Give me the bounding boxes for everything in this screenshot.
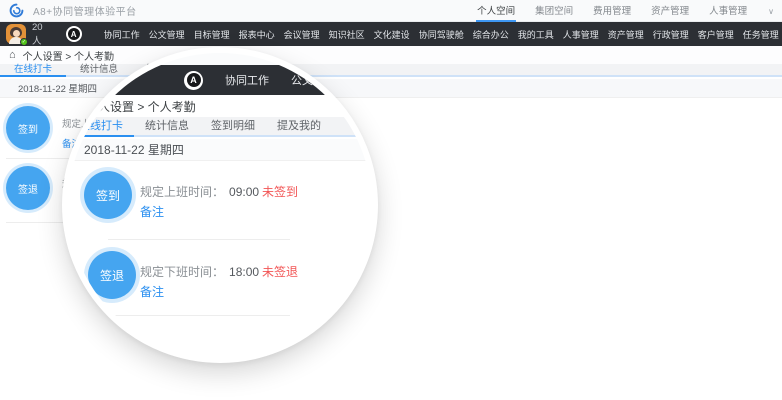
nav-item-my-tools[interactable]: 我的工具 — [518, 28, 554, 41]
mag-tab-checkin-detail: 签到明细 — [200, 117, 266, 137]
checkout-badge-label: 签退 — [18, 181, 38, 196]
user-avatar[interactable]: ✓ — [6, 24, 26, 44]
mag-a8-brand-letter: A — [187, 73, 201, 87]
mag-breadcrumb: 个人设置 > 个人考勤 — [68, 95, 372, 117]
mag-checkout-rule: 规定下班时间： 18:00 — [140, 263, 259, 280]
mag-tab-online-punch: 在线打卡 — [68, 117, 134, 137]
mag-breadcrumb-path: 个人设置 > 个人考勤 — [86, 98, 196, 115]
mag-tab-bar: 在线打卡 统计信息 签到明细 提及我的 — [68, 117, 372, 137]
home-icon[interactable]: ⌂ — [9, 50, 16, 60]
nav-item-culture[interactable]: 文化建设 — [374, 28, 410, 41]
mag-nav-item-collaboration: 协同工作 — [225, 72, 269, 88]
mag-tab-statistics: 统计信息 — [134, 117, 200, 137]
mag-date-header: 2018-11-22 星期四 — [68, 139, 372, 161]
online-status-icon: ✓ — [20, 38, 28, 46]
mag-top-bar — [68, 53, 372, 65]
a8-brand-letter: A — [68, 28, 80, 40]
top-menu-expense[interactable]: 费用管理 — [592, 0, 632, 22]
mag-checkout-status: 未签退 — [262, 263, 298, 280]
nav-item-reports[interactable]: 报表中心 — [239, 28, 275, 41]
top-menu-asset[interactable]: 资产管理 — [650, 0, 690, 22]
mag-checkin-status: 未签到 — [262, 183, 298, 200]
mag-checkout-badge: 签退 — [88, 251, 136, 299]
nav-item-meetings[interactable]: 会议管理 — [284, 28, 320, 41]
nav-item-asset[interactable]: 资产管理 — [608, 28, 644, 41]
top-menu-personal-space[interactable]: 个人空间 — [476, 0, 516, 22]
a8-brand-icon[interactable]: A — [66, 26, 82, 42]
nav-item-customer[interactable]: 客户管理 — [698, 28, 734, 41]
magnifier-overlay: A 协同工作 公文管理 个人设置 > 个人考勤 在线打卡 统计信息 签到明细 提… — [62, 47, 378, 363]
mag-checkin-badge: 签到 — [84, 171, 132, 219]
top-menu-group-space[interactable]: 集团空间 — [534, 0, 574, 22]
mag-checkin-rule-time: 09:00 — [229, 185, 259, 199]
nav-item-goals[interactable]: 目标管理 — [194, 28, 230, 41]
user-count-label[interactable]: 20人 — [32, 22, 43, 46]
top-bar: A8+协同管理体验平台 个人空间 集团空间 费用管理 资产管理 人事管理 ∨ — [0, 0, 782, 22]
mag-checkout-rule-time: 18:00 — [229, 265, 259, 279]
mag-checkin-rule: 规定上班时间： 09:00 — [140, 183, 259, 200]
chevron-down-icon[interactable]: ∨ — [766, 0, 776, 22]
mag-date-label: 2018-11-22 星期四 — [84, 141, 184, 158]
nav-menu: 协同工作 公文管理 目标管理 报表中心 会议管理 知识社区 文化建设 协同驾驶舱… — [104, 28, 782, 41]
mag-checkout-badge-label: 签退 — [100, 267, 124, 284]
checkin-badge-label: 签到 — [18, 121, 38, 136]
mag-row-divider — [108, 239, 290, 240]
checkout-badge[interactable]: 签退 — [6, 166, 50, 210]
app-window: A8+协同管理体验平台 个人空间 集团空间 费用管理 资产管理 人事管理 ∨ ✓… — [0, 0, 782, 400]
app-title: A8+协同管理体验平台 — [33, 3, 137, 18]
mag-a8-brand-icon: A — [184, 71, 203, 90]
nav-item-tasks[interactable]: 任务管理 — [743, 28, 779, 41]
mag-row-divider — [108, 315, 290, 316]
mag-tab-mentions: 提及我的 — [266, 117, 332, 137]
avatar-face — [13, 30, 20, 37]
nav-item-knowledge[interactable]: 知识社区 — [329, 28, 365, 41]
nav-item-office[interactable]: 综合办公 — [473, 28, 509, 41]
top-menu: 个人空间 集团空间 费用管理 资产管理 人事管理 ∨ — [476, 0, 776, 22]
mag-checkin-badge-label: 签到 — [96, 187, 120, 204]
nav-item-official-doc[interactable]: 公文管理 — [149, 28, 185, 41]
mag-checkout-rule-label: 规定下班时间： — [140, 265, 224, 279]
main-nav-bar: ✓ 20人 A 协同工作 公文管理 目标管理 报表中心 会议管理 知识社区 文化… — [0, 22, 782, 46]
mag-checkin-note-link: 备注 — [140, 203, 164, 220]
tab-online-punch[interactable]: 在线打卡 — [0, 64, 66, 77]
mag-checkin-rule-label: 规定上班时间： — [140, 185, 224, 199]
nav-item-hr[interactable]: 人事管理 — [563, 28, 599, 41]
seeyon-logo-icon — [9, 3, 24, 18]
top-menu-hr[interactable]: 人事管理 — [708, 0, 748, 22]
mag-checkout-note-link: 备注 — [140, 283, 164, 300]
nav-item-cockpit[interactable]: 协同驾驶舱 — [419, 28, 464, 41]
mag-nav-item-official-doc: 公文管理 — [291, 72, 335, 88]
mag-nav-bar: A 协同工作 公文管理 — [68, 65, 372, 95]
magnifier-content: A 协同工作 公文管理 个人设置 > 个人考勤 在线打卡 统计信息 签到明细 提… — [68, 53, 372, 357]
nav-item-collaboration[interactable]: 协同工作 — [104, 28, 140, 41]
nav-item-admin[interactable]: 行政管理 — [653, 28, 689, 41]
checkin-badge[interactable]: 签到 — [6, 106, 50, 150]
